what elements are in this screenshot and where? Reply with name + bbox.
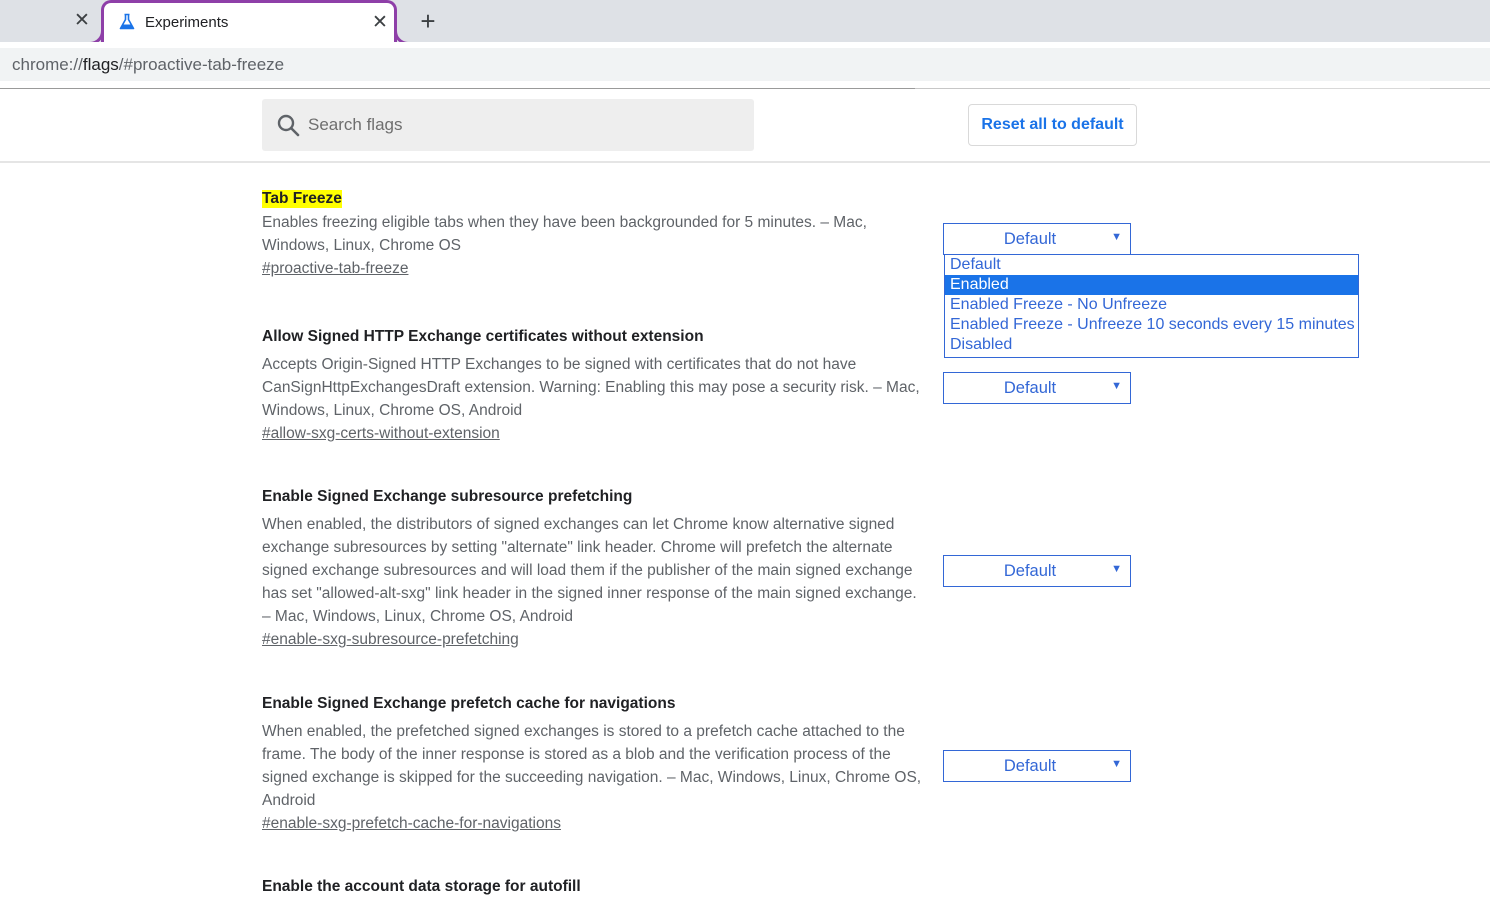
new-tab-button[interactable]: + bbox=[414, 7, 442, 35]
tab-close-button[interactable]: ✕ bbox=[72, 9, 92, 33]
reset-all-button[interactable]: Reset all to default bbox=[968, 104, 1137, 146]
url-scheme: chrome:// bbox=[12, 55, 83, 74]
experiment-description: When enabled, the prefetched signed exch… bbox=[262, 723, 922, 809]
dropdown-arrow-icon: ▼ bbox=[1111, 758, 1122, 770]
experiment-select[interactable]: Default ▼ bbox=[943, 750, 1131, 782]
experiment-account-data-storage: Enable the account data storage for auto… bbox=[262, 878, 924, 896]
tab-close-button[interactable]: ✕ bbox=[370, 11, 390, 35]
tab-strip: ✕ Experiments ✕ + bbox=[0, 0, 1490, 45]
experiment-description: Enables freezing eligible tabs when they… bbox=[262, 214, 867, 254]
experiment-link[interactable]: #enable-sxg-subresource-prefetching bbox=[262, 631, 519, 649]
select-dropdown-list[interactable]: Default Enabled Enabled Freeze - No Unfr… bbox=[944, 254, 1359, 358]
dropdown-option-selected[interactable]: Enabled bbox=[945, 275, 1358, 295]
dropdown-arrow-icon: ▼ bbox=[1111, 563, 1122, 575]
experiment-title: Tab Freeze bbox=[262, 190, 342, 208]
select-value: Default bbox=[1003, 562, 1057, 580]
experiment-select[interactable]: Default ▼ bbox=[943, 555, 1131, 587]
experiment-sxg-prefetch-cache: Enable Signed Exchange prefetch cache fo… bbox=[262, 695, 924, 833]
experiment-title: Enable Signed Exchange subresource prefe… bbox=[262, 488, 633, 505]
dropdown-option[interactable]: Enabled Freeze - Unfreeze 10 seconds eve… bbox=[945, 315, 1358, 335]
experiment-title: Allow Signed HTTP Exchange certificates … bbox=[262, 328, 704, 345]
experiment-link[interactable]: #proactive-tab-freeze bbox=[262, 260, 408, 278]
experiment-link[interactable]: #enable-sxg-prefetch-cache-for-navigatio… bbox=[262, 815, 561, 833]
experiment-title: Enable the account data storage for auto… bbox=[262, 878, 581, 895]
experiment-tab-freeze: Tab Freeze Enables freezing eligible tab… bbox=[262, 190, 924, 278]
address-bar[interactable]: chrome://flags/#proactive-tab-freeze bbox=[0, 48, 1490, 81]
select-value: Default bbox=[1003, 230, 1057, 248]
search-box[interactable] bbox=[262, 99, 754, 151]
dropdown-arrow-icon: ▼ bbox=[1111, 380, 1122, 392]
dropdown-option[interactable]: Default bbox=[945, 255, 1358, 275]
dropdown-option[interactable]: Disabled bbox=[945, 335, 1358, 355]
dropdown-option[interactable]: Enabled Freeze - No Unfreeze bbox=[945, 295, 1358, 315]
experiment-sxg-subresource-prefetching: Enable Signed Exchange subresource prefe… bbox=[262, 488, 924, 649]
toolbar: chrome://flags/#proactive-tab-freeze bbox=[0, 42, 1490, 89]
select-value: Default bbox=[1003, 757, 1057, 775]
tab-experiments[interactable]: Experiments ✕ bbox=[90, 0, 408, 45]
tab-title: Experiments bbox=[145, 14, 229, 31]
dropdown-arrow-icon: ▼ bbox=[1111, 231, 1122, 243]
url-host: flags bbox=[82, 55, 119, 74]
search-input[interactable] bbox=[308, 109, 738, 141]
experiment-link[interactable]: #allow-sxg-certs-without-extension bbox=[262, 425, 500, 443]
url-path: /#proactive-tab-freeze bbox=[118, 55, 285, 74]
experiment-title: Enable Signed Exchange prefetch cache fo… bbox=[262, 695, 676, 712]
experiment-select[interactable]: Default ▼ bbox=[943, 372, 1131, 404]
experiment-description: Accepts Origin-Signed HTTP Exchanges to … bbox=[262, 356, 920, 419]
experiment-allow-sxg-certs: Allow Signed HTTP Exchange certificates … bbox=[262, 328, 924, 443]
url-text[interactable]: chrome://flags/#proactive-tab-freeze bbox=[12, 55, 284, 75]
flask-icon bbox=[119, 13, 135, 30]
select-value: Default bbox=[1003, 379, 1057, 397]
experiment-select[interactable]: Default ▼ bbox=[943, 223, 1131, 255]
experiment-description: When enabled, the distributors of signed… bbox=[262, 516, 917, 625]
search-icon bbox=[277, 114, 300, 137]
